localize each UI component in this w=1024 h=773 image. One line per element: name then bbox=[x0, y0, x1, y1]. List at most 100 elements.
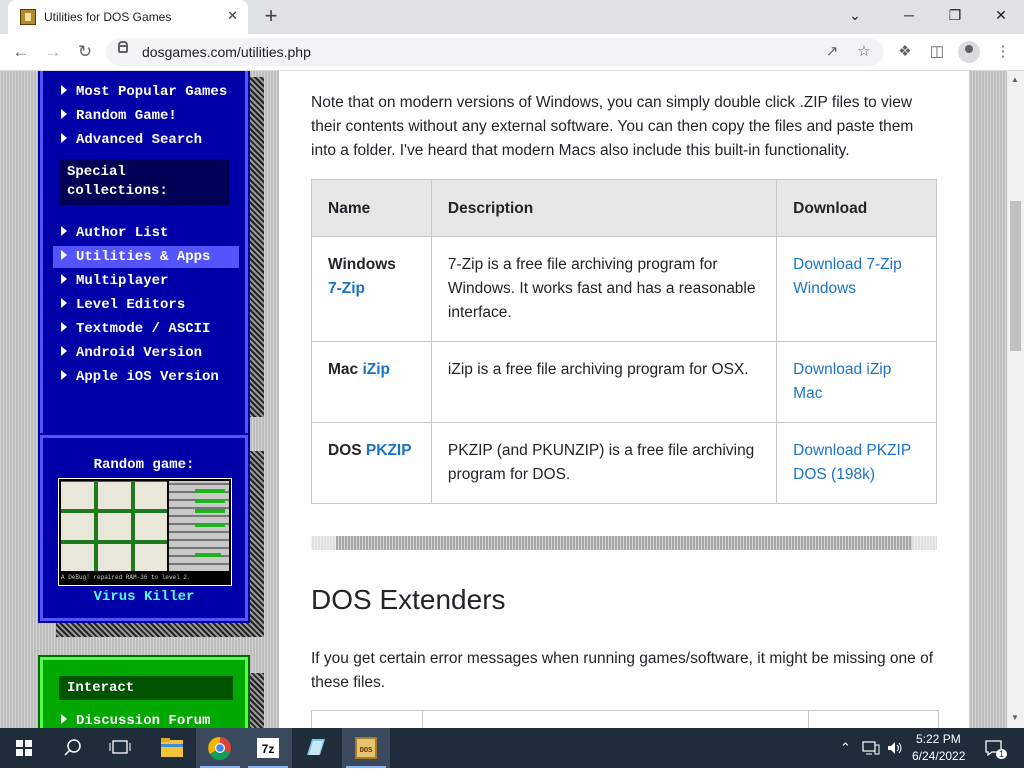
name-cell: DOS PKZIP bbox=[311, 422, 432, 504]
scrollbar-thumb[interactable] bbox=[1010, 201, 1021, 351]
show-hidden-icons-icon[interactable]: ⌃ bbox=[840, 740, 851, 756]
intro-paragraph: Note that on modern versions of Windows,… bbox=[311, 94, 914, 159]
extenders-table-top bbox=[311, 710, 939, 728]
game-meter bbox=[195, 523, 225, 527]
download-cell: Download PKZIP DOS (198k) bbox=[776, 422, 937, 504]
page-viewport: Most Popular Games Random Game! Advanced… bbox=[0, 71, 1007, 728]
col-header-name: Name bbox=[311, 179, 432, 237]
lock-icon[interactable] bbox=[118, 41, 128, 53]
folder-icon bbox=[161, 738, 183, 757]
sidebar-item-android[interactable]: Android Version bbox=[53, 342, 239, 364]
close-window-button[interactable]: ✕ bbox=[978, 0, 1024, 30]
archivers-table: Name Description Download Windows 7-Zip 7… bbox=[311, 179, 937, 504]
pkzip-link[interactable]: PKZIP bbox=[366, 442, 412, 459]
svg-text:DOS: DOS bbox=[360, 747, 373, 755]
random-game-title-link[interactable]: Virus Killer bbox=[43, 589, 245, 605]
download-izip-link[interactable]: Download iZip Mac bbox=[793, 361, 891, 402]
extensions-puzzle-icon[interactable]: ❖ bbox=[894, 41, 916, 63]
arrow-right-icon bbox=[61, 109, 67, 119]
izip-link[interactable]: iZip bbox=[362, 361, 390, 378]
game-status-line: A DeBug! repaired RAM-36 to level 2. bbox=[61, 573, 229, 583]
sidebar-item-level-editors[interactable]: Level Editors bbox=[53, 294, 239, 316]
dosgames-icon: DOS bbox=[355, 737, 377, 759]
side-panel-icon[interactable]: ◫ bbox=[926, 41, 948, 63]
download-pkzip-link[interactable]: Download PKZIP DOS (198k) bbox=[793, 442, 911, 483]
page-scrollbar[interactable]: ▲ ▼ bbox=[1007, 71, 1024, 728]
table-row: Mac iZip iZip is a free file archiving p… bbox=[311, 341, 937, 423]
browser-tab[interactable]: Utilities for DOS Games ✕ bbox=[8, 0, 248, 34]
task-view-icon bbox=[109, 740, 131, 754]
taskbar-app-chrome[interactable] bbox=[196, 728, 244, 768]
taskbar-app-7zip[interactable]: 7z bbox=[244, 728, 292, 768]
tab-close-icon[interactable]: ✕ bbox=[227, 8, 238, 24]
sidebar-item-textmode[interactable]: Textmode / ASCII bbox=[53, 318, 239, 340]
sidebar-item-most-popular[interactable]: Most Popular Games bbox=[53, 81, 239, 103]
reload-button[interactable]: ↻ bbox=[72, 39, 98, 65]
game-meter bbox=[195, 509, 225, 513]
dosgames-favicon-icon bbox=[20, 9, 36, 25]
main-content: Note that on modern versions of Windows,… bbox=[279, 71, 969, 728]
clock-date[interactable]: 6/24/2022 bbox=[912, 749, 965, 763]
tab-search-icon[interactable]: ⌄ bbox=[832, 0, 878, 30]
random-game-screenshot[interactable]: A DeBug! repaired RAM-36 to level 2. bbox=[58, 478, 232, 586]
network-icon[interactable] bbox=[862, 740, 880, 756]
forward-button[interactable]: → bbox=[40, 39, 66, 65]
back-button[interactable]: ← bbox=[8, 39, 34, 65]
notification-count-badge: 1 bbox=[996, 749, 1008, 759]
volume-icon[interactable] bbox=[886, 740, 904, 756]
taskbar-app-notepad[interactable] bbox=[292, 728, 340, 768]
scroll-up-arrow-icon[interactable]: ▲ bbox=[1011, 75, 1019, 84]
sidebar-item-advanced-search[interactable]: Advanced Search bbox=[53, 129, 239, 151]
download-cell: Download 7-Zip Windows bbox=[776, 236, 937, 342]
arrow-right-icon bbox=[61, 322, 67, 332]
description-cell: PKZIP (and PKUNZIP) is a free file archi… bbox=[430, 422, 778, 504]
7zip-link[interactable]: 7-Zip bbox=[328, 280, 365, 297]
bookmark-star-icon[interactable]: ☆ bbox=[854, 42, 874, 62]
address-bar[interactable]: dosgames.com/utilities.php ↗ ☆ bbox=[106, 38, 884, 66]
url-text[interactable]: dosgames.com/utilities.php bbox=[142, 44, 311, 60]
section-divider bbox=[311, 536, 937, 550]
sidebar-item-utilities[interactable]: Utilities & Apps bbox=[53, 246, 239, 268]
sidebar-item-discussion-forum[interactable]: Discussion Forum bbox=[53, 710, 239, 728]
share-icon[interactable]: ↗ bbox=[822, 42, 842, 62]
browser-toolbar: ← → ↻ dosgames.com/utilities.php ↗ ☆ ❖ ◫… bbox=[0, 34, 1024, 71]
arrow-right-icon bbox=[61, 714, 67, 724]
restore-button[interactable]: ❐ bbox=[932, 0, 978, 30]
windows-logo-icon bbox=[16, 740, 32, 756]
description-cell: 7-Zip is a free file archiving program f… bbox=[430, 236, 778, 342]
random-game-heading: Random game: bbox=[93, 457, 195, 473]
description-cell: iZip is a free file archiving program fo… bbox=[430, 341, 778, 423]
tab-title: Utilities for DOS Games bbox=[44, 10, 172, 24]
col-header-description: Description bbox=[430, 179, 778, 237]
task-view-button[interactable] bbox=[96, 728, 144, 768]
taskbar-app-dosgames[interactable]: DOS bbox=[342, 728, 390, 768]
scroll-down-arrow-icon[interactable]: ▼ bbox=[1011, 713, 1019, 722]
sidebar-item-ios[interactable]: Apple iOS Version bbox=[53, 366, 239, 388]
windows-taskbar: 7z DOS ⌃ 5:22 PM 6/24/2022 1 bbox=[0, 728, 1024, 768]
col-header-download: Download bbox=[776, 179, 937, 237]
table-row: Windows 7-Zip 7-Zip is a free file archiv… bbox=[311, 236, 937, 342]
platform-label: Mac bbox=[328, 361, 359, 378]
new-tab-button[interactable]: + bbox=[258, 4, 284, 30]
sidebar-item-author-list[interactable]: Author List bbox=[53, 222, 239, 244]
sidebar-nav-box: Most Popular Games Random Game! Advanced… bbox=[38, 71, 250, 475]
arrow-right-icon bbox=[61, 298, 67, 308]
start-button[interactable] bbox=[0, 728, 48, 768]
search-button[interactable] bbox=[48, 728, 96, 768]
sidebar-item-multiplayer[interactable]: Multiplayer bbox=[53, 270, 239, 292]
profile-avatar-icon[interactable] bbox=[958, 41, 980, 63]
arrow-right-icon bbox=[61, 226, 67, 236]
special-collections-heading: Special collections: bbox=[59, 159, 229, 205]
name-cell: Mac iZip bbox=[311, 341, 432, 423]
minimize-button[interactable]: ─ bbox=[886, 0, 932, 30]
arrow-right-icon bbox=[61, 133, 67, 143]
game-board-image bbox=[61, 481, 167, 571]
menu-kebab-icon[interactable]: ⋮ bbox=[992, 41, 1014, 63]
platform-label: DOS bbox=[328, 442, 362, 459]
table-header-row: Name Description Download bbox=[311, 179, 937, 237]
download-7zip-link[interactable]: Download 7-Zip Windows bbox=[793, 256, 902, 297]
sidebar-item-random-game[interactable]: Random Game! bbox=[53, 105, 239, 127]
taskbar-app-file-explorer[interactable] bbox=[148, 728, 196, 768]
arrow-right-icon bbox=[61, 274, 67, 284]
clock-time[interactable]: 5:22 PM bbox=[916, 732, 961, 746]
